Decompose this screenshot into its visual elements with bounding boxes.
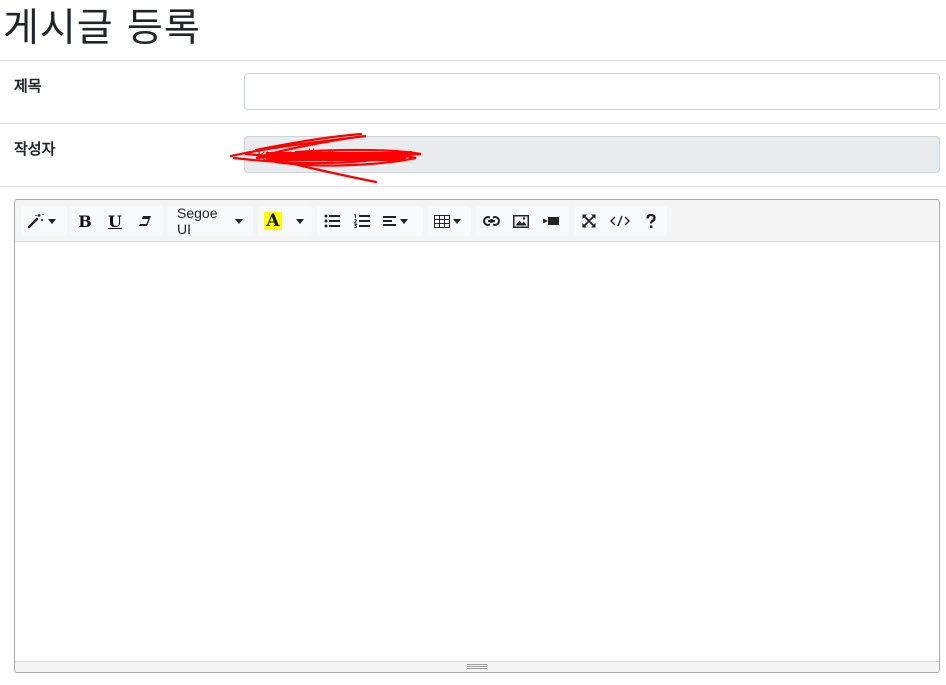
divider <box>0 123 946 124</box>
table-group <box>428 206 471 236</box>
table-icon <box>434 214 450 228</box>
bold-icon: B <box>78 211 92 231</box>
chevron-down-icon <box>453 218 461 224</box>
chevron-down-icon <box>235 218 243 224</box>
author-input[interactable] <box>244 136 940 173</box>
chevron-down-icon <box>400 218 408 224</box>
help-button[interactable] <box>636 206 666 236</box>
magic-wand-icon <box>27 214 44 229</box>
text-color-icon: A <box>264 211 282 231</box>
editor-content-area[interactable] <box>15 242 939 662</box>
divider <box>0 186 946 187</box>
color-dropdown-button[interactable] <box>288 206 308 236</box>
style-group <box>21 206 67 236</box>
view-group <box>574 206 667 236</box>
image-icon <box>513 214 529 228</box>
paragraph-align-dropdown[interactable] <box>377 206 414 236</box>
author-label: 작성자 <box>14 140 56 158</box>
bold-button[interactable]: B <box>70 206 100 236</box>
editor-resize-bar[interactable] <box>15 661 939 672</box>
question-icon <box>646 213 656 228</box>
insert-image-button[interactable] <box>506 206 536 236</box>
font-name-dropdown[interactable]: Segoe UI <box>167 205 253 237</box>
style-dropdown-button[interactable] <box>21 206 62 236</box>
eraser-icon <box>139 216 151 226</box>
font-name-label: Segoe UI <box>177 205 218 237</box>
paragraph-group <box>317 206 423 236</box>
resize-grip-icon <box>467 664 487 669</box>
title-label: 제목 <box>14 77 42 95</box>
page-title: 게시글 등록 <box>3 6 201 51</box>
underline-icon: U <box>108 211 122 231</box>
ordered-list-button[interactable] <box>347 206 377 236</box>
fullscreen-button[interactable] <box>574 206 604 236</box>
unordered-list-button[interactable] <box>317 206 347 236</box>
video-icon <box>542 217 559 225</box>
link-icon <box>482 216 500 226</box>
title-input[interactable] <box>244 73 940 110</box>
divider <box>0 60 946 61</box>
chevron-down-icon <box>295 218 304 224</box>
font-style-group: B U <box>70 206 163 236</box>
code-icon <box>610 215 630 227</box>
underline-button[interactable]: U <box>100 206 130 236</box>
expand-icon <box>582 214 596 228</box>
align-left-icon <box>383 216 396 226</box>
insert-group <box>476 206 569 236</box>
color-group: A <box>258 206 312 236</box>
table-dropdown-button[interactable] <box>428 206 467 236</box>
numbered-list-icon <box>354 214 370 228</box>
clear-format-button[interactable] <box>130 206 160 236</box>
font-name-group: Segoe UI <box>167 205 253 237</box>
bullet-list-icon <box>324 214 340 228</box>
rich-text-editor: B U Segoe UI A <box>14 199 940 673</box>
highlight-color-button[interactable]: A <box>258 206 288 236</box>
code-view-button[interactable] <box>604 206 636 236</box>
chevron-down-icon <box>48 218 56 224</box>
insert-video-button[interactable] <box>536 206 566 236</box>
insert-link-button[interactable] <box>476 206 506 236</box>
editor-toolbar: B U Segoe UI A <box>15 200 939 242</box>
